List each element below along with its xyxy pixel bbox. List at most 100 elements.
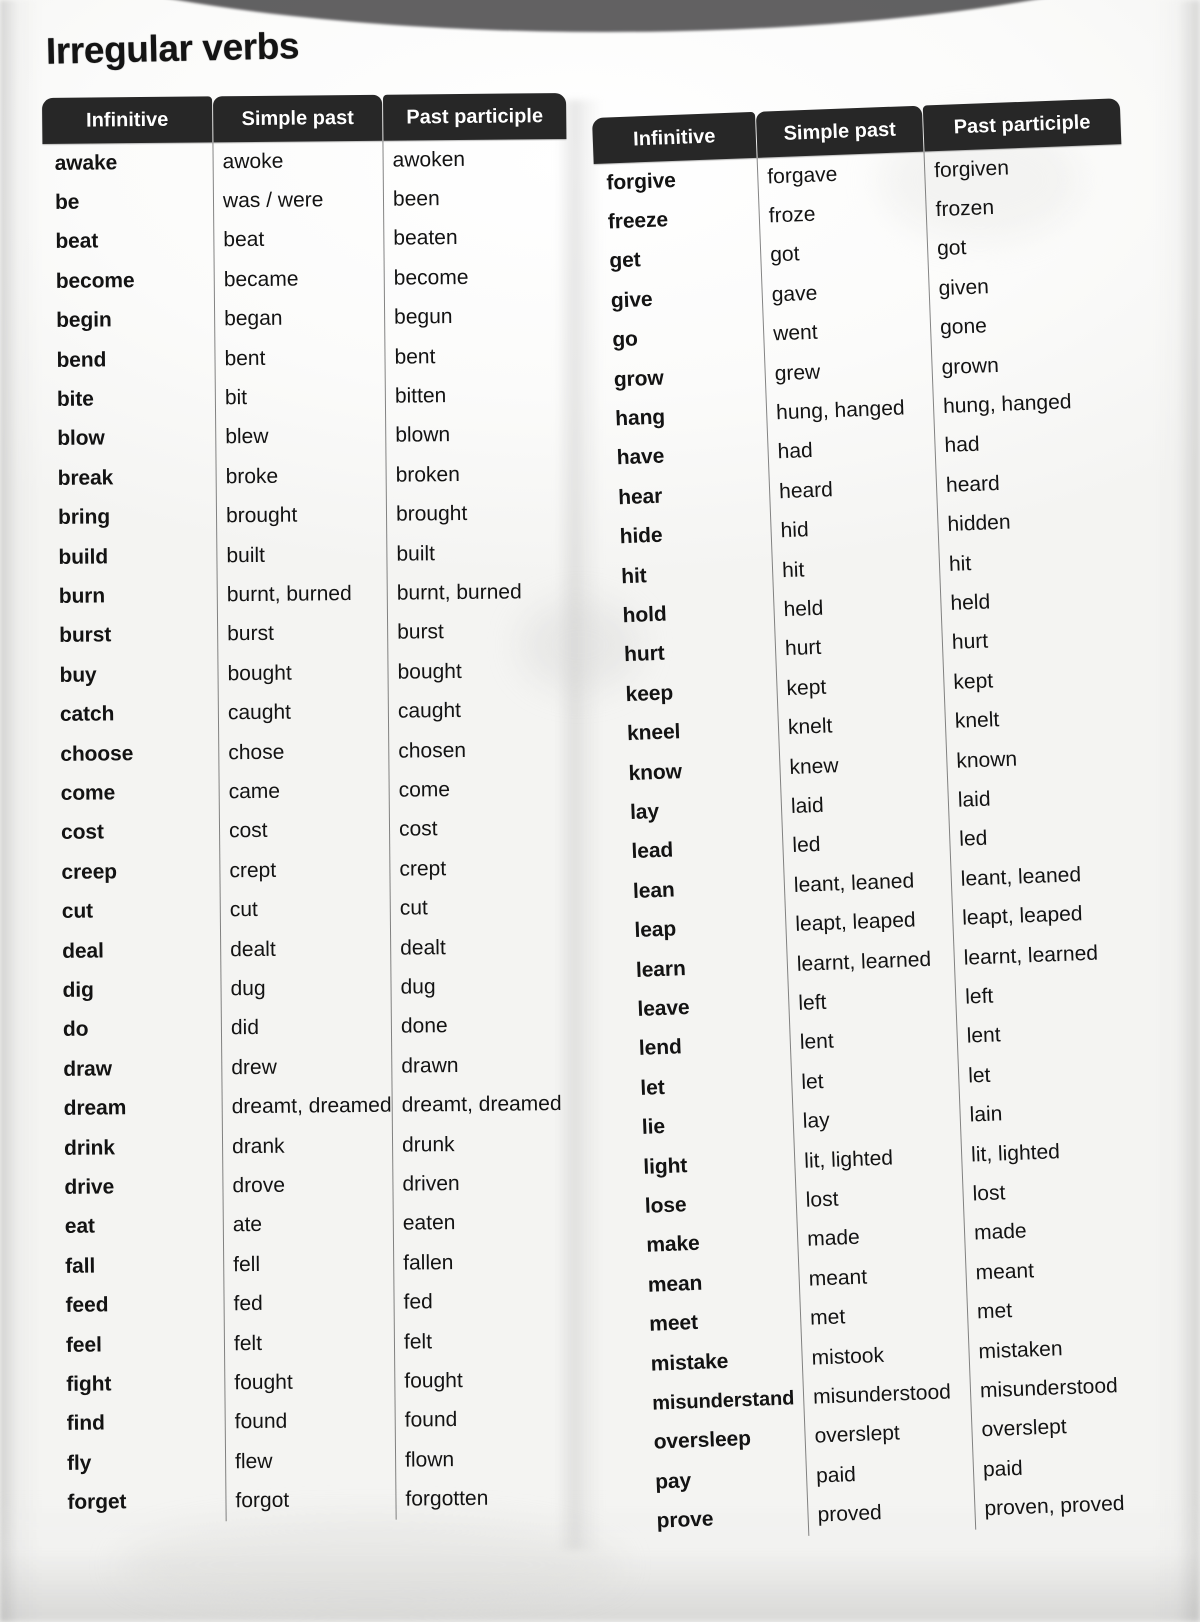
table-row: bend bent bent [44,336,568,380]
cell-infinitive: hide [619,523,663,549]
table-row: dig dug dug [50,966,574,1010]
cell-simple-past: broke [225,464,279,489]
table-row: draw drew drawn [51,1045,575,1089]
cell-infinitive: draw [63,1057,113,1081]
table-row: dream dreamt, dreamed dreamt, dreamed [52,1085,576,1129]
cell-infinitive: go [611,327,639,352]
cell-infinitive: creep [61,860,118,884]
cell-infinitive: mistake [650,1349,729,1376]
cell-past-participle: been [392,187,440,211]
cell-past-participle: blown [395,423,451,448]
cell-past-participle: laid [957,787,991,812]
table-row: blow blew blown [45,415,569,459]
cell-simple-past: lent [799,1030,835,1055]
cell-past-participle: broken [395,462,460,487]
cell-simple-past: began [224,306,283,331]
cell-simple-past: knelt [787,714,833,740]
irregular-verbs-table-left: Infinitive Simple past Past participle awak… [42,92,580,1523]
cell-infinitive: bring [57,505,111,530]
cell-simple-past: came [228,779,281,804]
cell-past-participle: awoken [392,147,466,172]
table-row: eat ate eaten [53,1203,577,1247]
table-row: begin began begun [44,297,568,341]
table-row: burst burst burst [47,612,571,656]
table-row: cost cost cost [49,809,573,853]
table-row: break broke broken [45,454,569,498]
cell-infinitive: lose [644,1193,687,1218]
cell-simple-past: mistook [811,1343,885,1370]
cell-past-participle: dreamt, dreamed [401,1092,562,1117]
cell-infinitive: burn [58,584,106,608]
cell-past-participle: lit, lighted [970,1139,1061,1167]
cell-simple-past: brought [225,503,298,528]
table-header-row: Infinitive Simple past Past participle [42,92,567,144]
cell-past-participle: hidden [947,510,1011,537]
table-row: be was / were been [43,178,567,222]
cell-simple-past: held [783,596,824,622]
cell-simple-past: heard [778,478,834,504]
cell-infinitive: build [58,545,109,569]
cell-infinitive: have [616,445,665,470]
cell-infinitive: beat [55,229,99,254]
cell-past-participle: bought [397,659,462,684]
cell-infinitive: choose [60,741,134,766]
cell-infinitive: leap [634,917,677,943]
cell-infinitive: be [54,190,80,214]
table-row: bite bit bitten [45,375,569,419]
cell-simple-past: leapt, leaped [794,908,917,937]
irregular-verbs-table-right: Infinitive Simple past Past participle forg… [592,98,1173,1542]
cell-simple-past: kept [786,675,827,700]
cell-past-participle: brought [395,502,468,526]
cell-past-participle: kept [952,669,994,694]
cell-past-participle: begun [394,305,453,329]
cell-infinitive: light [642,1153,688,1179]
cell-past-participle: forgotten [405,1487,489,1511]
cell-simple-past: gave [771,281,818,307]
cell-infinitive: know [628,759,683,785]
table-row: do did done [51,1006,575,1050]
cell-simple-past: awoke [222,149,284,173]
table-row: forget forgot forgotten [55,1479,579,1523]
column-header-past-participle: Past participle [922,98,1122,152]
cell-infinitive: eat [64,1215,96,1239]
cell-simple-past: ate [232,1213,263,1237]
cell-simple-past: went [772,320,818,346]
cell-simple-past: dug [230,976,266,1001]
cell-simple-past: made [806,1226,861,1252]
cell-simple-past: led [792,833,821,858]
cell-simple-past: bought [227,661,292,686]
cell-infinitive: blow [57,426,105,451]
cell-infinitive: fly [66,1451,92,1475]
cell-past-participle: leant, leaned [960,863,1082,891]
cell-simple-past: leant, leaned [793,869,915,897]
cell-past-participle: fallen [403,1250,454,1275]
cell-past-participle: caught [397,699,462,723]
cell-past-participle: made [973,1219,1028,1245]
cell-simple-past: hurt [784,636,822,661]
cell-past-participle: forgiven [933,156,1010,182]
cell-past-participle: hit [948,551,972,576]
cell-simple-past: proved [817,1501,883,1527]
table-row: feed fed fed [53,1282,577,1326]
cell-past-participle: left [964,984,994,1009]
cell-simple-past: dealt [230,937,276,961]
cell-simple-past: drove [232,1173,286,1198]
cell-simple-past: was / were [222,188,324,213]
table-row: bring brought brought [46,494,570,538]
cell-infinitive: begin [56,308,112,333]
cell-infinitive: grow [613,366,664,392]
cell-infinitive: fight [66,1372,112,1396]
cell-past-participle: lain [969,1102,1003,1127]
cell-infinitive: keep [625,681,674,707]
cell-simple-past: knew [789,753,839,779]
cell-infinitive: lean [632,878,676,903]
cell-simple-past: misunderstood [812,1380,952,1409]
cell-past-participle: given [938,275,990,300]
cell-simple-past: fought [234,1370,293,1395]
cell-simple-past: met [809,1305,846,1330]
cell-past-participle: flown [404,1447,455,1472]
cell-infinitive: lie [641,1115,666,1140]
cell-past-participle: cost [398,817,438,842]
cell-past-participle: beaten [393,226,458,251]
cell-simple-past: did [230,1016,260,1040]
